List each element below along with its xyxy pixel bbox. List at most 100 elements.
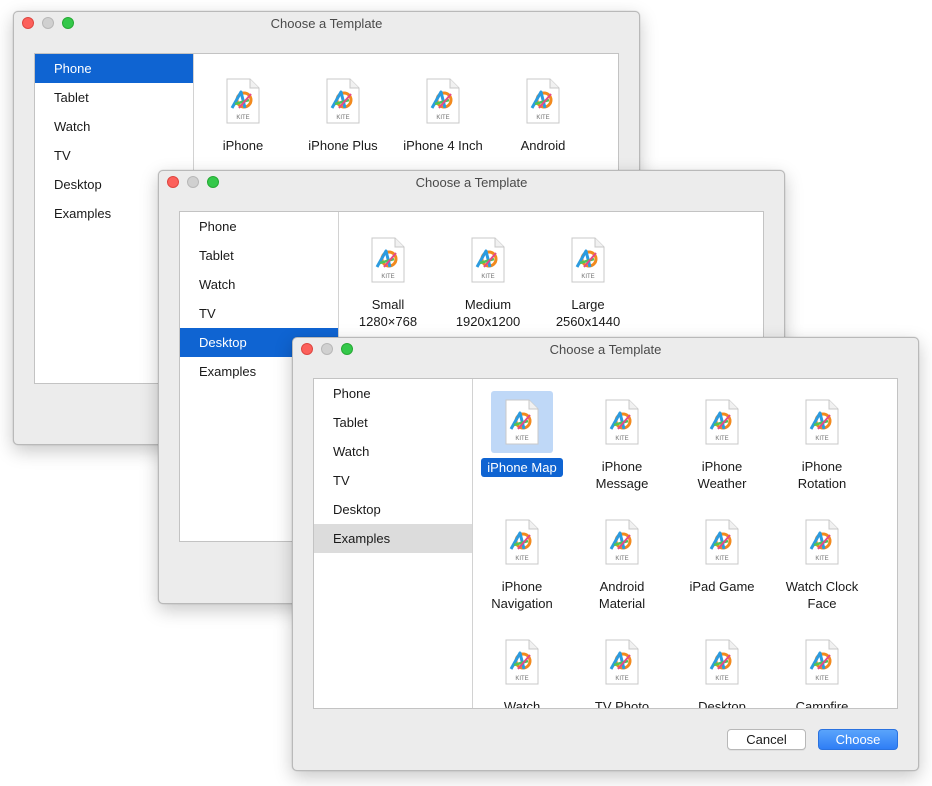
template-tile[interactable]: KITE iPhone Map [474, 391, 570, 477]
svg-text:KITE: KITE [381, 274, 394, 280]
template-label: TV Photo [594, 699, 650, 708]
sidebar-item-tablet[interactable]: Tablet [35, 83, 193, 112]
title-bar[interactable]: Choose a Template [159, 171, 784, 193]
title-bar[interactable]: Choose a Template [293, 338, 918, 360]
svg-text:KITE: KITE [515, 676, 528, 682]
template-tile[interactable]: KITE iPhone [195, 70, 291, 154]
template-label: iPhone Message [595, 459, 649, 491]
template-label: iPhone Weather [697, 459, 747, 491]
template-label: Campfire [795, 699, 849, 708]
sidebar-item-tv[interactable]: TV [180, 299, 338, 328]
kite-file-icon: KITE [212, 70, 274, 132]
sidebar-item-desktop[interactable]: Desktop [314, 495, 472, 524]
svg-text:KITE: KITE [515, 556, 528, 562]
template-tile[interactable]: KITE Campfire [774, 631, 870, 708]
kite-file-icon: KITE [791, 511, 853, 573]
window-title: Choose a Template [270, 16, 383, 31]
template-label: Desktop [698, 699, 746, 708]
sidebar-item-tv[interactable]: TV [35, 141, 193, 170]
kite-file-icon: KITE [691, 511, 753, 573]
template-tile[interactable]: KITE TV Photo [574, 631, 670, 708]
kite-file-icon: KITE [512, 70, 574, 132]
svg-text:KITE: KITE [436, 115, 449, 121]
kite-file-icon: KITE [357, 229, 419, 291]
sidebar-item-tv[interactable]: TV [314, 466, 472, 495]
cancel-button[interactable]: Cancel [727, 729, 806, 750]
template-label: iPad Game [689, 579, 755, 594]
kite-file-icon: KITE [457, 229, 519, 291]
kite-file-icon: KITE [312, 70, 374, 132]
kite-file-icon: KITE [591, 391, 653, 453]
sidebar-item-phone[interactable]: Phone [180, 212, 338, 241]
category-sidebar: Phone Tablet Watch TV Desktop Examples [314, 379, 473, 708]
template-label: Android [520, 138, 566, 153]
template-tile[interactable]: KITE Watch [474, 631, 570, 708]
kite-file-icon: KITE [412, 70, 474, 132]
kite-file-icon: KITE [791, 391, 853, 453]
title-bar[interactable]: Choose a Template [14, 12, 639, 34]
kite-file-icon: KITE [591, 631, 653, 693]
template-tile[interactable]: KITE iPad Game [674, 511, 770, 595]
window-title: Choose a Template [415, 175, 528, 190]
template-tile[interactable]: KITE Desktop [674, 631, 770, 708]
svg-text:KITE: KITE [515, 436, 528, 442]
template-label: iPhone 4 Inch [403, 138, 483, 153]
kite-file-icon: KITE [491, 631, 553, 693]
template-tile[interactable]: KITE iPhone Navigation [474, 511, 570, 612]
sidebar-item-watch[interactable]: Watch [180, 270, 338, 299]
svg-text:KITE: KITE [536, 115, 549, 121]
template-tile[interactable]: KITE Android Material [574, 511, 670, 612]
kite-file-icon: KITE [491, 511, 553, 573]
sidebar-item-phone[interactable]: Phone [314, 379, 472, 408]
sidebar-item-tablet[interactable]: Tablet [314, 408, 472, 437]
kite-file-icon: KITE [791, 631, 853, 693]
kite-file-icon: KITE [691, 631, 753, 693]
template-label: iPhone Navigation [491, 579, 553, 611]
template-label: iPhone Rotation [797, 459, 847, 491]
choose-button[interactable]: Choose [818, 729, 898, 750]
template-tile[interactable]: KITE Small 1280×768 [340, 229, 436, 330]
template-tile[interactable]: KITE iPhone Weather [674, 391, 770, 492]
template-tile[interactable]: KITE iPhone Message [574, 391, 670, 492]
svg-text:KITE: KITE [615, 556, 628, 562]
sidebar-item-phone[interactable]: Phone [35, 54, 193, 83]
svg-text:KITE: KITE [815, 556, 828, 562]
svg-text:KITE: KITE [615, 436, 628, 442]
svg-text:KITE: KITE [815, 676, 828, 682]
svg-text:KITE: KITE [715, 436, 728, 442]
template-label: iPhone [222, 138, 264, 153]
svg-text:KITE: KITE [336, 115, 349, 121]
sidebar-item-examples[interactable]: Examples [314, 524, 472, 553]
template-browser: Phone Tablet Watch TV Desktop Examples KITE iP… [313, 378, 898, 709]
kite-file-icon: KITE [491, 391, 553, 453]
svg-text:KITE: KITE [815, 436, 828, 442]
svg-text:KITE: KITE [715, 676, 728, 682]
svg-text:KITE: KITE [615, 676, 628, 682]
template-window-examples: Choose a Template Phone Tablet Watch TV Desk… [292, 337, 919, 771]
window-title: Choose a Template [549, 342, 662, 357]
template-grid: KITE iPhone Map KITE iPhone Message KITE iPho… [473, 379, 897, 708]
template-tile[interactable]: KITE iPhone Rotation [774, 391, 870, 492]
template-tile[interactable]: KITE Watch Clock Face [774, 511, 870, 612]
kite-file-icon: KITE [691, 391, 753, 453]
sidebar-item-watch[interactable]: Watch [314, 437, 472, 466]
template-tile[interactable]: KITE iPhone 4 Inch [395, 70, 491, 154]
svg-text:KITE: KITE [236, 115, 249, 121]
kite-file-icon: KITE [591, 511, 653, 573]
template-label: Watch Clock Face [785, 579, 859, 611]
template-label: Large 2560x1440 [555, 297, 621, 329]
template-label: iPhone Plus [308, 138, 378, 153]
template-tile[interactable]: KITE iPhone Plus [295, 70, 391, 154]
template-label: Android Material [598, 579, 646, 611]
sidebar-item-tablet[interactable]: Tablet [180, 241, 338, 270]
template-label: Medium 1920x1200 [455, 297, 521, 329]
template-tile[interactable]: KITE Large 2560x1440 [540, 229, 636, 330]
template-tile[interactable]: KITE Android [495, 70, 591, 154]
svg-text:KITE: KITE [481, 274, 494, 280]
template-tile[interactable]: KITE Medium 1920x1200 [440, 229, 536, 330]
svg-text:KITE: KITE [715, 556, 728, 562]
template-label: Watch [503, 699, 541, 708]
template-label: iPhone Map [481, 458, 563, 477]
sidebar-item-watch[interactable]: Watch [35, 112, 193, 141]
kite-file-icon: KITE [557, 229, 619, 291]
